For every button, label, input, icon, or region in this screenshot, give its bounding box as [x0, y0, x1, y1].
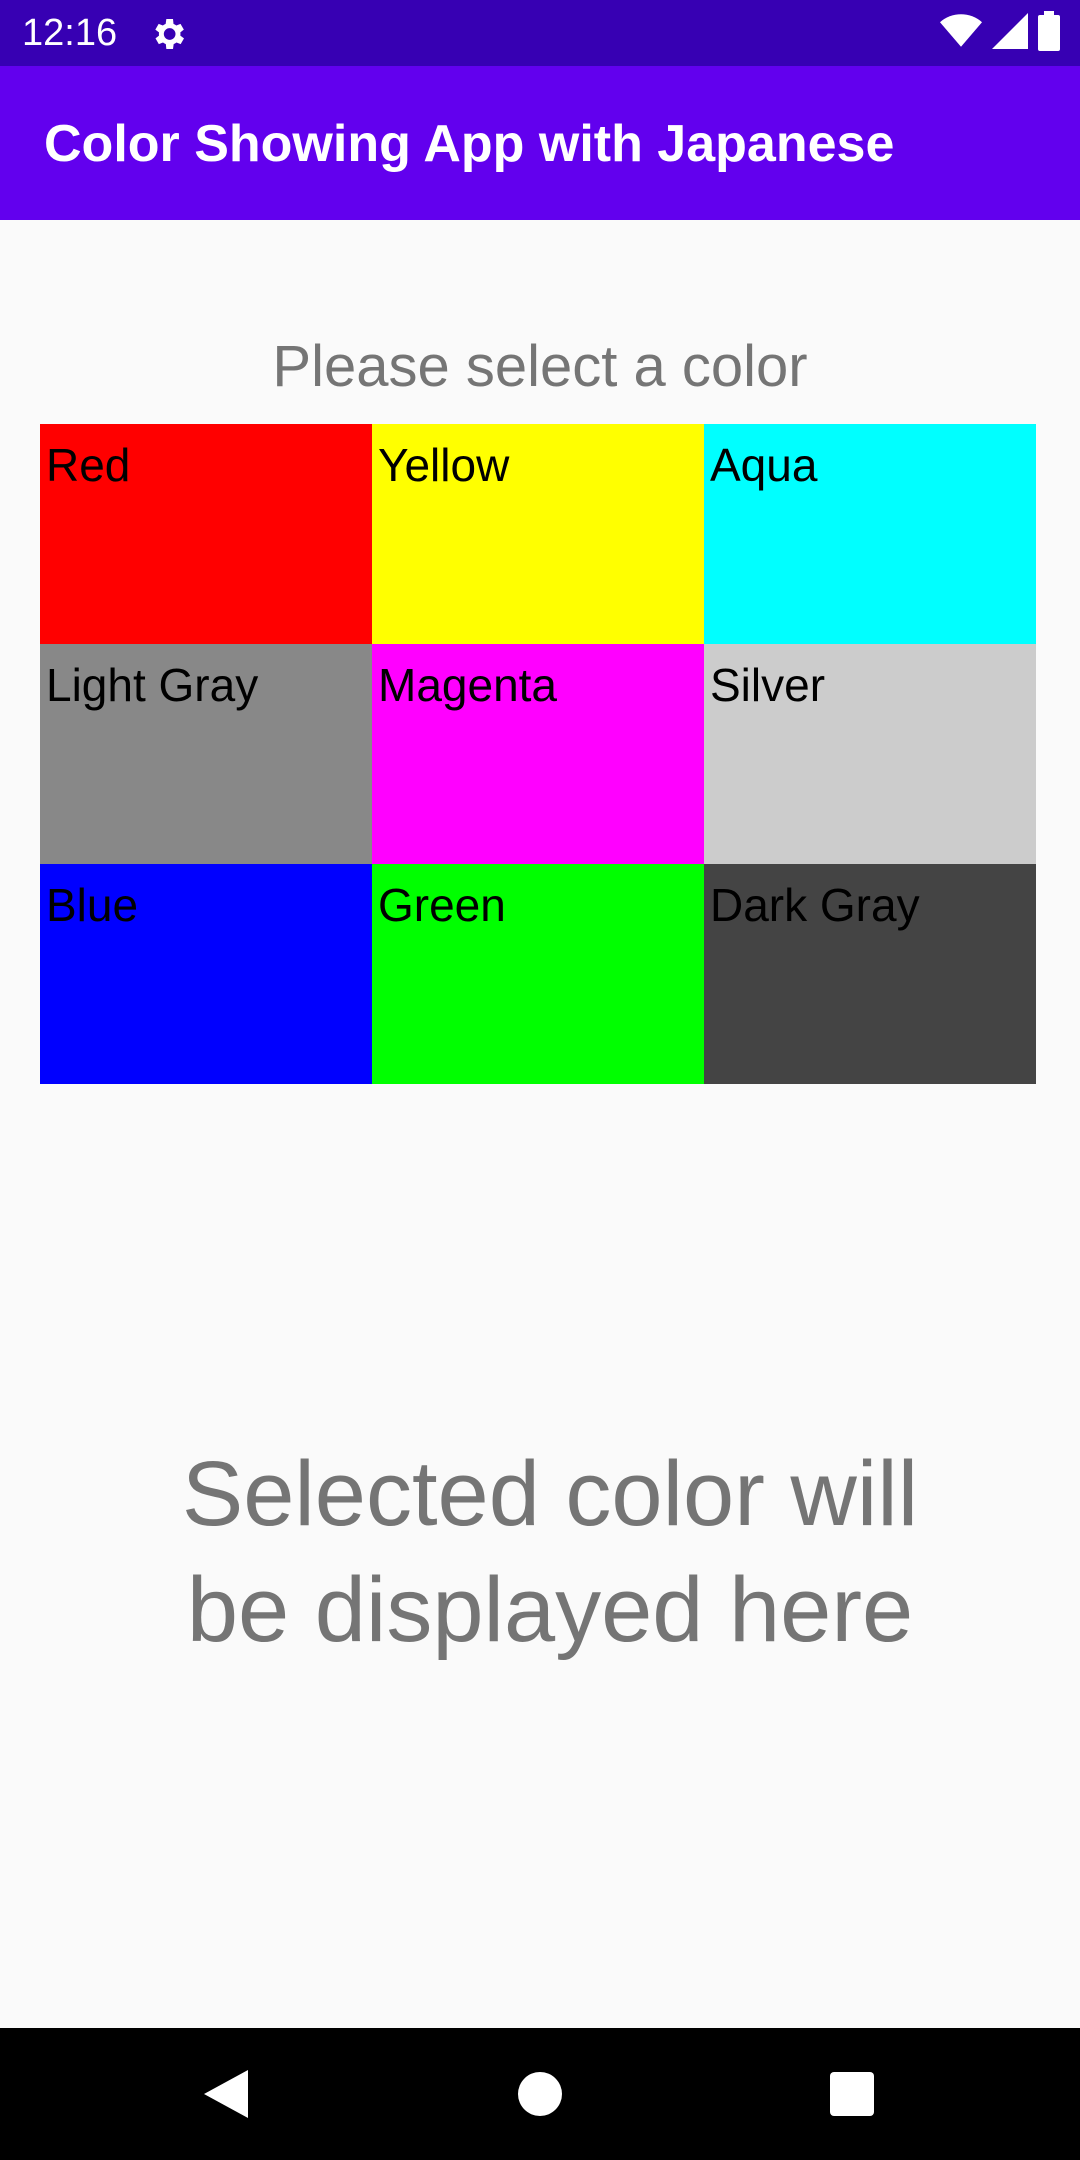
- color-swatch-magenta[interactable]: Magenta: [372, 644, 704, 864]
- color-swatch-aqua[interactable]: Aqua: [704, 424, 1036, 644]
- color-swatch-yellow[interactable]: Yellow: [372, 424, 704, 644]
- color-swatch-blue[interactable]: Blue: [40, 864, 372, 1084]
- status-time: 12:16: [22, 12, 118, 54]
- swatch-label: Yellow: [378, 439, 510, 491]
- color-swatch-dark-gray[interactable]: Dark Gray: [704, 864, 1036, 1084]
- swatch-label: Red: [46, 439, 131, 491]
- color-swatch-silver[interactable]: Silver: [704, 644, 1036, 864]
- settings-icon: [148, 14, 188, 54]
- color-grid: Red Yellow Aqua Light Gray Magenta Silve…: [40, 424, 1036, 1084]
- navigation-bar: [0, 2028, 1080, 2160]
- color-swatch-light-gray[interactable]: Light Gray: [40, 644, 372, 864]
- swatch-label: Silver: [710, 659, 826, 711]
- status-bar: 12:16: [0, 0, 1080, 66]
- recents-icon[interactable]: [822, 2064, 882, 2124]
- app-bar: Color Showing App with Japanese: [0, 66, 1080, 220]
- selected-color-display: Selected color will be displayed here: [100, 1436, 1000, 1668]
- color-swatch-green[interactable]: Green: [372, 864, 704, 1084]
- swatch-label: Aqua: [710, 439, 818, 491]
- swatch-label: Dark Gray: [710, 879, 920, 931]
- app-title: Color Showing App with Japanese: [44, 115, 895, 173]
- swatch-label: Light Gray: [46, 659, 259, 711]
- selected-color-text-line-1: Selected color will: [181, 1443, 919, 1545]
- selected-color-text-line-2: be displayed here: [186, 1559, 914, 1661]
- status-icons: [940, 10, 1060, 56]
- battery-icon: [1038, 10, 1060, 56]
- select-color-prompt: Please select a color: [272, 334, 808, 399]
- swatch-label: Blue: [46, 879, 139, 931]
- swatch-label: Green: [378, 879, 506, 931]
- color-swatch-red[interactable]: Red: [40, 424, 372, 644]
- home-icon[interactable]: [510, 2064, 570, 2124]
- wifi-icon: [940, 13, 982, 54]
- cell-signal-icon: [992, 12, 1028, 54]
- back-icon[interactable]: [196, 2064, 256, 2124]
- swatch-label: Magenta: [378, 659, 558, 711]
